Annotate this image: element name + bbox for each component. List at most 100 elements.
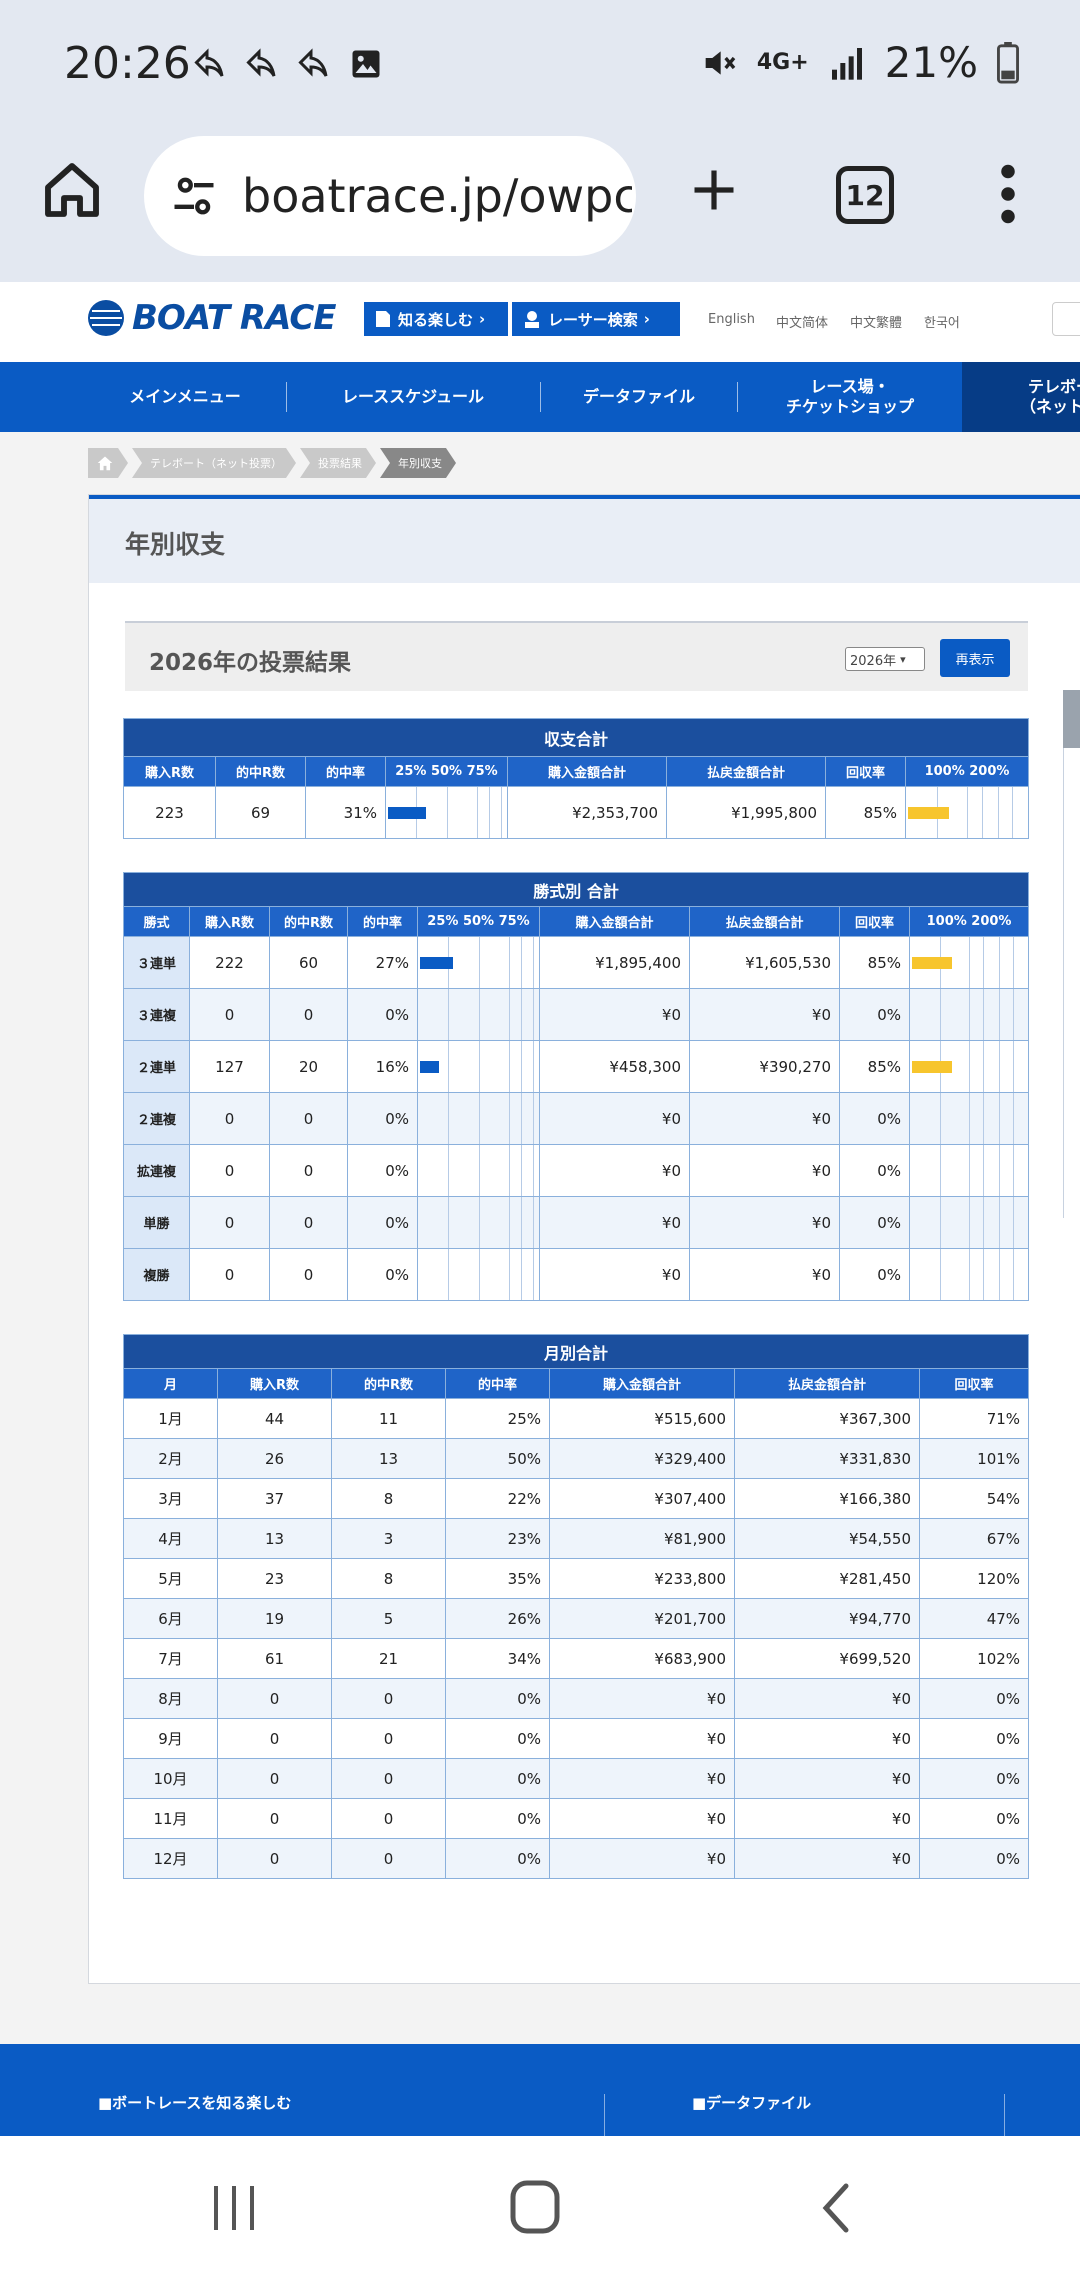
payout: ¥1,605,530 (689, 936, 840, 989)
nav-home-icon[interactable] (510, 2180, 560, 2234)
racer-search-button[interactable]: レーサー検索 › (512, 302, 680, 336)
hit-rate: 0% (347, 1144, 418, 1197)
nav-race-schedule[interactable]: レーススケジュール (288, 362, 538, 432)
payout: ¥699,520 (734, 1638, 920, 1679)
bar-gridline (998, 1249, 1000, 1300)
return-rate: 0% (918, 1758, 1030, 1799)
summary-caption: 収支合計 (122, 718, 1030, 757)
month: 11月 (123, 1798, 218, 1839)
plus-icon[interactable] (688, 164, 740, 216)
year-select[interactable]: 2026年 ▾ (845, 647, 925, 671)
address-bar[interactable]: boatrace.jp/owpc (144, 136, 636, 256)
summary-table: 収支合計 購入R数 的中R数 的中率 25% 50% 75% 購入金額合計 払戻金額合計回… (122, 718, 1030, 839)
return-rate: 0% (839, 1092, 910, 1145)
back-icon[interactable] (820, 2182, 852, 2234)
footer-link-data[interactable]: ■データファイル (692, 2092, 811, 2113)
site-footer: ■ボートレースを知る楽しむ ■データファイル (0, 2044, 1080, 2136)
hit-rate: 26% (445, 1598, 550, 1639)
bar-gridline (983, 1093, 985, 1144)
table-row: 12月 0 0 0% ¥0 ¥0 0% (123, 1838, 1030, 1879)
racer-search-label: レーサー検索 (548, 310, 638, 329)
return-rate: 54% (918, 1478, 1030, 1519)
bar-gridline (969, 1145, 971, 1196)
breadcrumb-telebo[interactable]: テレボート（ネット投票） (132, 448, 296, 478)
return-rate: 120% (918, 1558, 1030, 1599)
breadcrumb-results[interactable]: 投票結果 (300, 448, 376, 478)
return-rate: 102% (918, 1638, 1030, 1679)
bar-gridline (508, 989, 510, 1040)
month: 9月 (123, 1718, 218, 1759)
table-row: 単勝 0 0 0% ¥0 ¥0 0% (123, 1196, 1030, 1249)
lang-zh-hans[interactable]: 中文简体 (776, 312, 828, 331)
summary-header: 的中R数 (215, 756, 306, 787)
by-type-header: 的中R数 (269, 906, 348, 937)
hits: 5 (331, 1598, 446, 1639)
bought: 13 (217, 1518, 332, 1559)
status-time: 20:26 (64, 38, 191, 89)
table-row: ３連複 0 0 0% ¥0 ¥0 0% (123, 988, 1030, 1041)
bought: 127 (189, 1040, 270, 1093)
site-search-input[interactable] (1052, 302, 1080, 336)
return-rate: 85% (839, 1040, 910, 1093)
recent-apps-icon[interactable] (210, 2182, 258, 2234)
summary-return-bar (904, 786, 1030, 839)
by-type-caption: 勝式別 合計 (122, 872, 1030, 907)
payout: ¥390,270 (689, 1040, 840, 1093)
breadcrumb-home[interactable] (88, 448, 128, 478)
reply-icon (194, 48, 224, 77)
site-logo[interactable]: BOAT RACE (86, 298, 337, 338)
nav-data-file[interactable]: データファイル (542, 362, 736, 432)
by-type-header: 100% 200% (908, 906, 1030, 937)
summary-return-rate: 85% (825, 786, 906, 839)
lang-korean[interactable]: 한국어 (924, 312, 960, 331)
nav-stadium-shop[interactable]: レース場・ チケットショップ (740, 362, 960, 432)
nav-main-menu[interactable]: メインメニュー (86, 362, 284, 432)
bought: 0 (189, 1144, 270, 1197)
bar-gridline (998, 1197, 1000, 1248)
monthly-table: 月別合計 月購入R数 的中R数 的中率 購入金額合計 払戻金額合計 回収率 1月 44 11 25… (122, 1334, 1030, 1879)
year-select-value: 2026年 (850, 653, 897, 669)
lang-english[interactable]: English (708, 312, 755, 327)
lang-zh-hant[interactable]: 中文繁體 (850, 312, 902, 331)
summary-header: 25% 50% 75% (385, 756, 508, 787)
hit-rate: 0% (445, 1678, 550, 1719)
bought: 0 (217, 1678, 332, 1719)
purchase: ¥307,400 (549, 1478, 735, 1519)
by-type-header: 回収率 (839, 906, 910, 937)
bar-gridline (1012, 1249, 1014, 1300)
tab-switcher-button[interactable]: 12 (836, 166, 894, 224)
page-title: 年別収支 (125, 530, 226, 559)
chevron-right-icon: › (479, 310, 486, 328)
year-header: 2026年の投票結果 2026年 ▾ 再表示 (125, 621, 1028, 691)
hits: 0 (331, 1758, 446, 1799)
footer-link-learn[interactable]: ■ボートレースを知る楽しむ (98, 2092, 291, 2113)
payout: ¥0 (689, 1092, 840, 1145)
hits: 60 (269, 936, 348, 989)
return-rate: 0% (839, 1196, 910, 1249)
nav-divider (286, 382, 287, 412)
bar-gridline (969, 937, 971, 988)
bought: 61 (217, 1638, 332, 1679)
bought: 0 (189, 1248, 270, 1301)
table-row: 2月 26 13 50% ¥329,400 ¥331,830 101% (123, 1438, 1030, 1479)
status-bar: 20:26 4G+ 21% (0, 0, 1080, 130)
hit-rate: 23% (445, 1518, 550, 1559)
redisplay-button[interactable]: 再表示 (940, 639, 1010, 677)
more-vert-icon[interactable] (1000, 164, 1016, 224)
learn-enjoy-button[interactable]: 知る楽しむ › (364, 302, 508, 336)
tune-icon[interactable] (168, 170, 220, 222)
hit-rate-bar (417, 1144, 540, 1197)
payout: ¥367,300 (734, 1398, 920, 1439)
payout: ¥281,450 (734, 1558, 920, 1599)
reply-icon (246, 48, 276, 77)
purchase: ¥329,400 (549, 1438, 735, 1479)
summary-purchase: ¥2,353,700 (507, 786, 667, 839)
bar-gridline (478, 1145, 480, 1196)
table-row: 8月 0 0 0% ¥0 ¥0 0% (123, 1678, 1030, 1719)
nav-telebo[interactable]: テレボー （ネット投 (962, 362, 1080, 432)
purchase: ¥0 (549, 1798, 735, 1839)
home-icon[interactable] (40, 158, 104, 222)
bar-gridline (998, 989, 1000, 1040)
nav-divider (540, 382, 541, 412)
hit-rate-bar (417, 988, 540, 1041)
